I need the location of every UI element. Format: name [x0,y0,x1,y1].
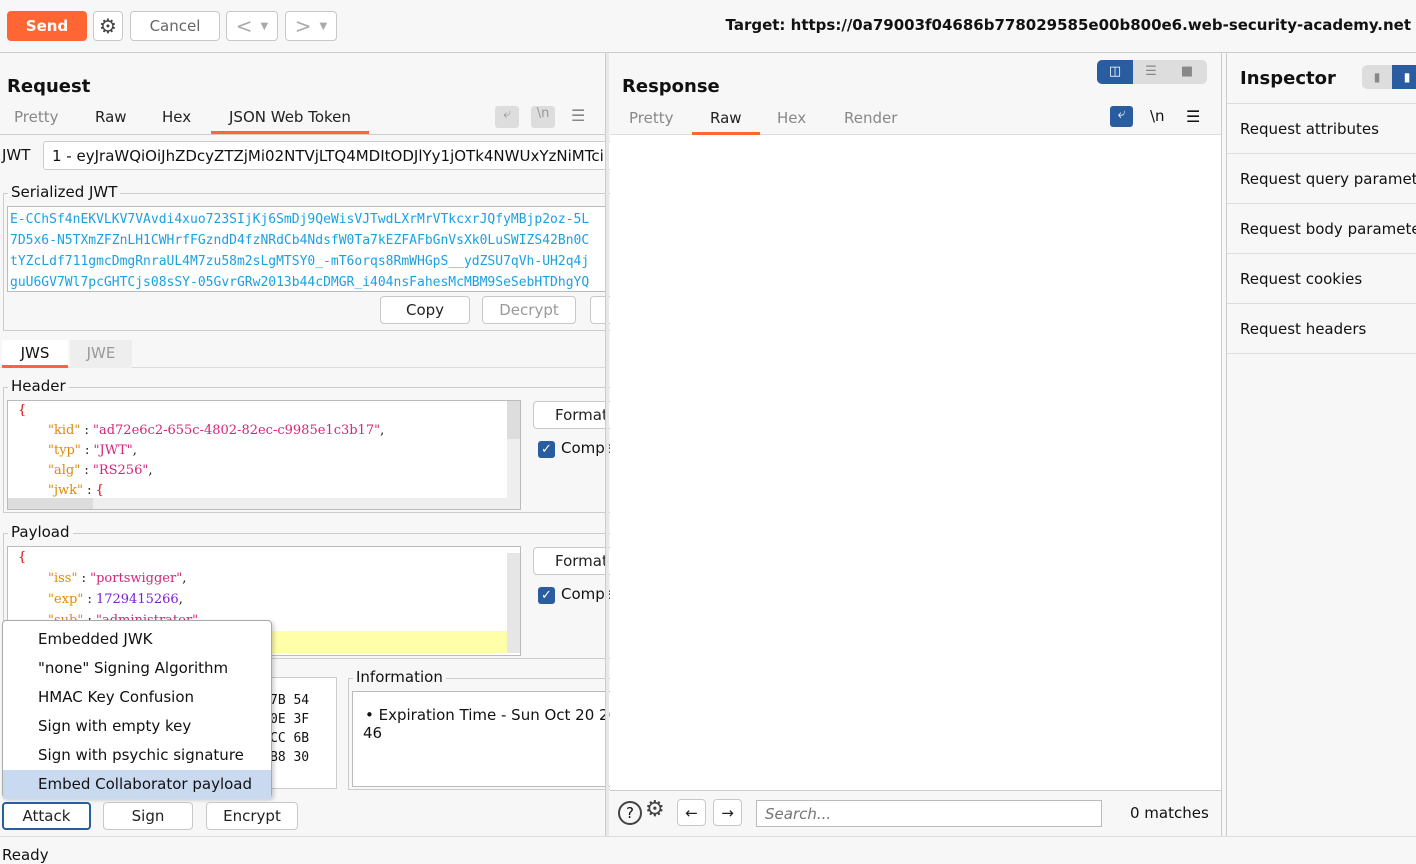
split-vertical-icon[interactable]: ◫ [1097,60,1133,84]
response-search-bar: ? ⚙ ← → 0 matches [610,790,1221,836]
hex-row: 7B 54 [270,693,310,708]
subtab-jws-label: JWS [20,344,50,362]
cancel-button[interactable]: Cancel [130,11,220,41]
serialized-jwt-text[interactable]: E-CChSf4nEKVLKV7VAvdi4xuo723SIjKj6SmDj9Q… [7,206,607,292]
encrypt-button[interactable]: Encrypt [206,802,298,830]
target-label[interactable]: Target: https://0a79003f04686b778029585e… [726,16,1411,34]
back-icon: < [235,14,253,38]
newline-icon[interactable]: \n [531,106,555,128]
tab-hex[interactable]: Hex [162,108,191,126]
gear-icon[interactable]: ⚙ [645,797,665,822]
layout-toggle: ◫ ☰ ■ [1097,60,1207,84]
response-panel: Response ◫ ☰ ■ Pretty Raw Hex Render ⤶ \… [610,53,1222,836]
information-text: 46 [363,724,383,742]
single-pane-icon[interactable]: ■ [1169,60,1205,84]
subtab-jws[interactable]: JWS [2,340,68,368]
decrypt-button[interactable]: Decrypt [482,296,576,324]
inspector-cookies[interactable]: Request cookies [1227,254,1416,304]
newline-icon[interactable]: \n [1150,107,1165,125]
inspector-panel: Inspector ▮ ▮ Request attributes Request… [1226,53,1416,836]
gear-icon: ⚙ [99,14,117,38]
inspector-headers[interactable]: Request headers [1227,304,1416,354]
tab-pretty[interactable]: Pretty [14,108,59,126]
subtab-jwe-label: JWE [86,344,116,362]
response-tab-render[interactable]: Render [844,109,897,127]
inspector-query-parameters[interactable]: Request query parameters [1227,154,1416,204]
serialized-line: guU6GV7Wl7pcGHTCjs08sSY-05GvrGRw2013b44c… [10,275,590,290]
settings-button[interactable]: ⚙ [93,11,123,41]
copy-button[interactable]: Copy [380,296,470,324]
split-horizontal-icon[interactable]: ☰ [1133,60,1169,84]
menu-item-hmac-key-confusion[interactable]: HMAC Key Confusion [3,683,271,712]
next-match-button[interactable]: → [713,799,742,826]
dock-right-icon[interactable]: ▮ [1392,65,1416,89]
status-bar: Ready [0,836,1416,864]
back-button[interactable]: < ▼ [226,11,278,41]
wrap-icon[interactable]: ⤶ [1110,106,1133,127]
inspector-layout-toggle: ▮ ▮ [1362,65,1416,89]
serialized-line: 7D5x6-N5TXmZFZnLH1CWHrfFGzndD4fzNRdCb4Nd… [10,233,590,248]
request-title: Request [7,76,91,97]
vertical-scrollbar[interactable] [507,401,520,509]
serialized-line: tYZcLdf711gmcDmgRnraUL4M7zu58m2sLgMTSY0_… [10,254,590,269]
inspector-body-parameters[interactable]: Request body parameters [1227,204,1416,254]
response-title: Response [622,76,720,97]
information-text: • Expiration Time - Sun Oct 20 20 [365,706,612,724]
response-tab-hex[interactable]: Hex [777,109,806,127]
attack-button[interactable]: Attack [2,802,91,830]
tab-raw[interactable]: Raw [95,108,127,126]
jwt-select[interactable]: 1 - eyJraWQiOiJhZDcyZTZjMi02NTVjLTQ4MDIt… [43,141,613,170]
forward-icon: > [294,14,312,38]
sign-button[interactable]: Sign [103,802,193,830]
hex-row: B8 30 [270,750,310,765]
subtab-jwe[interactable]: JWE [70,340,132,368]
subtab-bar: JWS JWE [0,340,605,368]
menu-item-none-algorithm[interactable]: "none" Signing Algorithm [3,654,271,683]
top-toolbar: Send ⚙ Cancel < ▼ > ▼ Target: https://0a79… [0,0,1416,53]
attack-menu: Embedded JWK "none" Signing Algorithm HM… [2,620,272,799]
menu-icon[interactable]: ☰ [1186,107,1200,126]
signature-hex-panel: 7B 54 0E 3F CC 6B B8 30 [265,677,337,789]
response-tab-raw[interactable]: Raw [692,109,759,135]
menu-item-embed-collaborator[interactable]: Embed Collaborator payload [3,770,271,799]
serialized-jwt-label: Serialized JWT [8,183,121,201]
payload-label: Payload [8,523,73,541]
forward-button[interactable]: > ▼ [285,11,337,41]
inspector-title: Inspector [1240,68,1336,89]
divider [0,134,605,135]
menu-item-psychic-signature[interactable]: Sign with psychic signature [3,741,271,770]
menu-icon[interactable]: ☰ [571,106,585,125]
status-text: Ready [2,846,49,864]
format-label: Format [555,406,608,424]
menu-item-sign-empty-key[interactable]: Sign with empty key [3,712,271,741]
header-editor[interactable]: { "kid" : "ad72e6c2-655c-4802-82ec-c9985… [7,400,521,510]
horizontal-scrollbar[interactable] [8,498,508,509]
response-tab-pretty[interactable]: Pretty [629,109,674,127]
search-input[interactable] [756,800,1102,827]
hex-row: CC 6B [270,731,310,746]
serialized-line: E-CChSf4nEKVLKV7VAvdi4xuo723SIjKj6SmDj9Q… [10,212,590,227]
match-count: 0 matches [1130,804,1209,822]
format-label: Format [555,552,608,570]
tab-json-web-token[interactable]: JSON Web Token [211,108,369,134]
help-icon[interactable]: ? [618,801,642,825]
vertical-scrollbar[interactable] [507,553,520,653]
panel-splitter[interactable] [605,53,609,836]
information-box: • Expiration Time - Sun Oct 20 20 46 [352,691,612,787]
information-label: Information [353,668,446,686]
send-button[interactable]: Send [7,11,87,41]
dock-left-icon[interactable]: ▮ [1362,65,1392,89]
jwt-select-value: 1 - eyJraWQiOiJhZDcyZTZjMi02NTVjLTQ4MDIt… [52,147,604,165]
previous-match-button[interactable]: ← [677,799,706,826]
hex-row: 0E 3F [270,712,310,727]
jwt-label: JWT [2,146,31,164]
header-label: Header [8,377,69,395]
inspector-request-attributes[interactable]: Request attributes [1227,104,1416,154]
wrap-icon[interactable]: ⤶ [495,106,519,128]
menu-item-embedded-jwk[interactable]: Embedded JWK [3,625,271,654]
